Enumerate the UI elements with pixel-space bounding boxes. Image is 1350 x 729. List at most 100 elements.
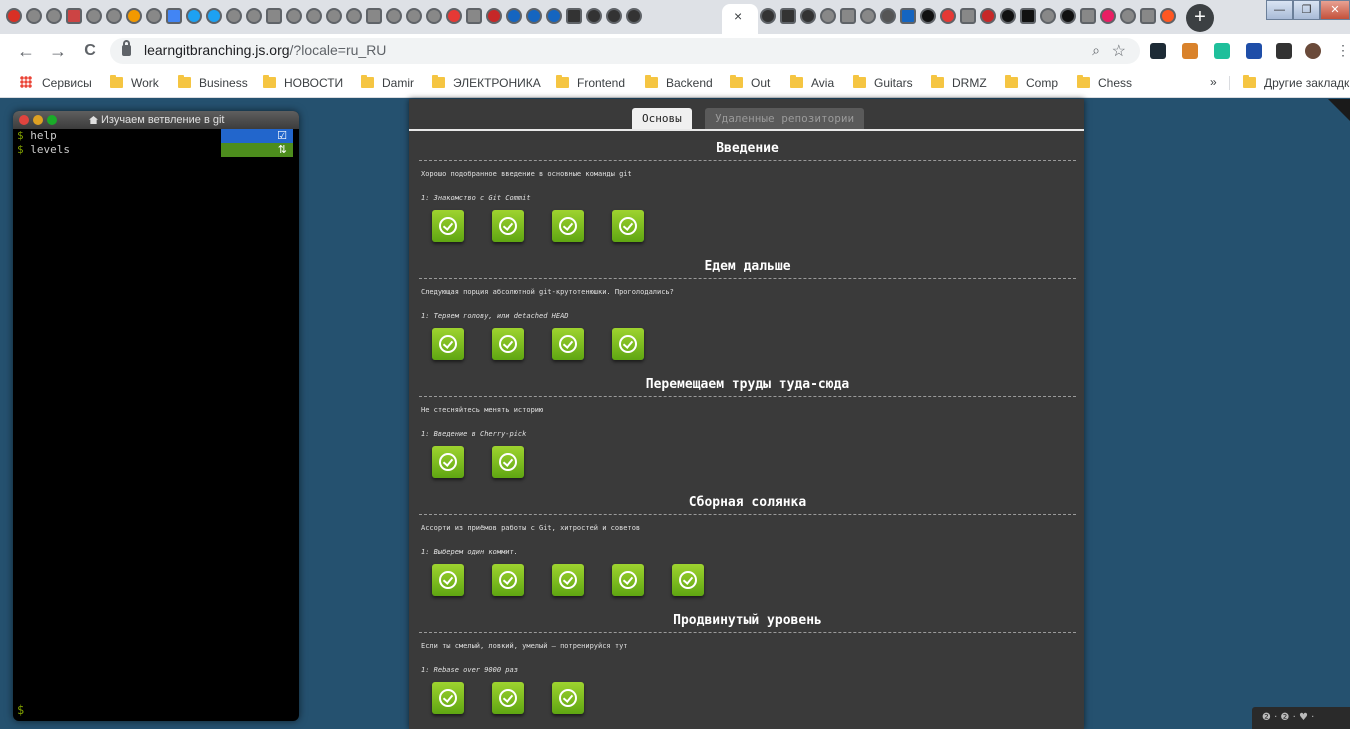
level-complete-button[interactable] — [492, 328, 524, 360]
bookmark-comp[interactable]: Comp — [1005, 75, 1058, 91]
level-complete-button[interactable] — [612, 564, 644, 596]
tab-favicon[interactable] — [306, 8, 322, 24]
level-complete-button[interactable] — [432, 210, 464, 242]
bookmark-out[interactable]: Out — [730, 75, 770, 91]
tab-favicon[interactable] — [780, 8, 796, 24]
tab-favicon[interactable] — [1080, 8, 1096, 24]
level-complete-button[interactable] — [432, 564, 464, 596]
level-complete-button[interactable] — [492, 210, 524, 242]
level-complete-button[interactable] — [492, 682, 524, 714]
tab-favicon[interactable] — [1060, 8, 1076, 24]
tab-favicon[interactable] — [566, 8, 582, 24]
tab-basics[interactable]: Основы — [632, 108, 692, 130]
tab-favicon[interactable] — [466, 8, 482, 24]
bookmark-backend[interactable]: Backend — [645, 75, 713, 91]
tab-favicon[interactable] — [126, 8, 142, 24]
bookmark-guitars[interactable]: Guitars — [853, 75, 913, 91]
tab-favicon[interactable] — [386, 8, 402, 24]
tab-favicon[interactable] — [1040, 8, 1056, 24]
zoom-icon[interactable]: ⌕ — [1092, 42, 1100, 59]
tab-favicon[interactable] — [66, 8, 82, 24]
minimize-button[interactable]: — — [1266, 0, 1293, 20]
tab-favicon[interactable] — [586, 8, 602, 24]
tab-favicon[interactable] — [146, 8, 162, 24]
bookmark-drmz[interactable]: DRMZ — [931, 75, 987, 91]
tab-favicon[interactable] — [900, 8, 916, 24]
tab-favicon[interactable] — [6, 8, 22, 24]
tab-favicon[interactable] — [820, 8, 836, 24]
tab-favicon[interactable] — [1100, 8, 1116, 24]
tab-favicon[interactable] — [286, 8, 302, 24]
level-complete-button[interactable] — [492, 564, 524, 596]
tab-favicon[interactable] — [346, 8, 362, 24]
bookmark-damir[interactable]: Damir — [361, 75, 414, 91]
level-complete-button[interactable] — [432, 446, 464, 478]
maximize-button[interactable]: ❐ — [1293, 0, 1320, 20]
bookmark-work[interactable]: Work — [110, 75, 159, 91]
url-text[interactable]: learngitbranching.js.org/?locale=ru_RU — [144, 42, 386, 58]
tab-remote[interactable]: Удаленные репозитории — [705, 108, 865, 130]
tab-favicon[interactable] — [840, 8, 856, 24]
terminal-zoom-dot[interactable] — [47, 115, 57, 125]
bookmark-other[interactable]: Другие закладки — [1243, 75, 1350, 91]
level-complete-button[interactable] — [432, 328, 464, 360]
tab-favicon[interactable] — [626, 8, 642, 24]
back-button[interactable]: ← — [14, 39, 38, 63]
level-complete-button[interactable] — [552, 564, 584, 596]
level-complete-button[interactable] — [672, 564, 704, 596]
extension-icon[interactable] — [1214, 43, 1230, 59]
tab-favicon[interactable] — [546, 8, 562, 24]
tab-favicon[interactable] — [366, 8, 382, 24]
footer-links[interactable]: ❷ · ❷ · ♥ · — [1252, 707, 1350, 729]
star-icon[interactable]: ☆ — [1112, 41, 1126, 61]
level-complete-button[interactable] — [552, 328, 584, 360]
tab-favicon[interactable] — [486, 8, 502, 24]
tab-favicon[interactable] — [880, 8, 896, 24]
tab-favicon[interactable] — [226, 8, 242, 24]
bookmark-news[interactable]: НОВОСТИ — [263, 75, 343, 91]
menu-icon[interactable]: ⋮ — [1336, 42, 1350, 59]
tab-favicon[interactable] — [980, 8, 996, 24]
tab-favicon[interactable] — [1140, 8, 1156, 24]
level-complete-button[interactable] — [552, 210, 584, 242]
tab-favicon[interactable] — [960, 8, 976, 24]
extension-icon[interactable] — [1182, 43, 1198, 59]
tab-favicon[interactable] — [86, 8, 102, 24]
terminal-window[interactable]: Изучаем ветвление в git $ help ☑ $ level… — [13, 111, 299, 721]
level-complete-button[interactable] — [612, 210, 644, 242]
tab-favicon[interactable] — [526, 8, 542, 24]
bookmarks-more-button[interactable]: » — [1210, 75, 1217, 89]
tab-favicon[interactable] — [26, 8, 42, 24]
terminal-minimize-dot[interactable] — [33, 115, 43, 125]
tab-favicon[interactable] — [920, 8, 936, 24]
tab-favicon[interactable] — [1160, 8, 1176, 24]
bookmark-services[interactable]: Сервисы — [20, 75, 92, 91]
bookmark-chess[interactable]: Chess — [1077, 75, 1132, 91]
tab-favicon[interactable] — [760, 8, 776, 24]
tab-favicon[interactable] — [246, 8, 262, 24]
tab-favicon[interactable] — [506, 8, 522, 24]
tab-favicon[interactable] — [800, 8, 816, 24]
extension-react-icon[interactable] — [1150, 43, 1166, 59]
tab-favicon[interactable] — [1000, 8, 1016, 24]
profile-avatar[interactable] — [1305, 43, 1321, 59]
tab-favicon[interactable] — [266, 8, 282, 24]
tab-favicon[interactable] — [46, 8, 62, 24]
terminal-input-prompt[interactable]: $ — [17, 703, 24, 717]
reload-button[interactable]: C — [78, 39, 102, 63]
tab-favicon[interactable] — [106, 8, 122, 24]
tab-favicon[interactable] — [1020, 8, 1036, 24]
tab-favicon[interactable] — [860, 8, 876, 24]
extension-icon[interactable] — [1246, 43, 1262, 59]
tab-favicon[interactable] — [606, 8, 622, 24]
tab-favicon[interactable] — [426, 8, 442, 24]
new-tab-button[interactable]: + — [1186, 4, 1214, 32]
extensions-puzzle-icon[interactable] — [1276, 43, 1292, 59]
bookmark-business[interactable]: Business — [178, 75, 248, 91]
level-complete-button[interactable] — [432, 682, 464, 714]
bookmark-avia[interactable]: Avia — [790, 75, 834, 91]
tab-favicon[interactable] — [1120, 8, 1136, 24]
level-complete-button[interactable] — [492, 446, 524, 478]
tab-favicon[interactable] — [326, 8, 342, 24]
tab-close-icon[interactable]: × — [734, 8, 742, 24]
